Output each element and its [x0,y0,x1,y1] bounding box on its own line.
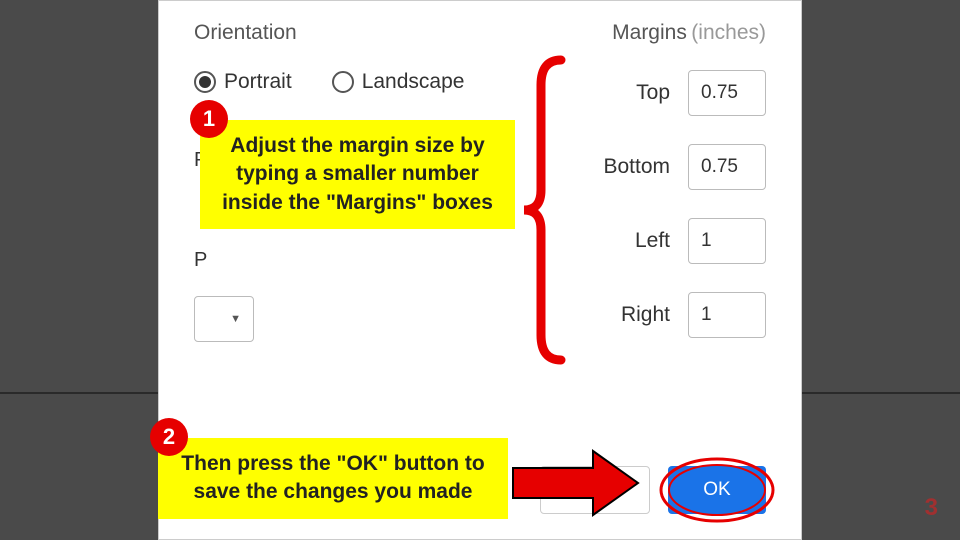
landscape-radio[interactable]: Landscape [332,70,465,94]
callout-2: Then press the "OK" button to save the c… [158,438,508,519]
margin-input-right[interactable] [688,292,766,338]
hidden-field-letter-2: P [194,249,207,272]
margin-input-bottom[interactable] [688,144,766,190]
margin-row-top: Top [603,70,766,116]
partial-dropdown[interactable] [194,296,254,342]
margin-label-top: Top [636,81,670,105]
margin-row-bottom: Bottom [603,144,766,190]
margin-input-top[interactable] [688,70,766,116]
landscape-label: Landscape [362,70,465,94]
margin-input-left[interactable] [688,218,766,264]
orientation-section: Orientation Portrait Landscape [194,21,464,94]
margins-unit: (inches) [691,21,766,44]
margin-row-right: Right [603,292,766,338]
margin-label-bottom: Bottom [603,155,670,179]
page-number: 3 [925,494,938,522]
portrait-label: Portrait [224,70,292,94]
margins-header: Margins (inches) [603,21,766,45]
badge-2: 2 [150,418,188,456]
callout-1: Adjust the margin size by typing a small… [200,120,515,229]
margin-label-right: Right [621,303,670,327]
orientation-title: Orientation [194,21,464,45]
orientation-radio-group: Portrait Landscape [194,70,464,94]
arrow-icon [508,448,643,518]
radio-unselected-icon [332,71,354,93]
radio-selected-icon [194,71,216,93]
margin-row-left: Left [603,218,766,264]
bg-divider-right [802,392,960,394]
portrait-radio[interactable]: Portrait [194,70,292,94]
margins-section: Margins (inches) Top Bottom Left Right [603,21,766,366]
bg-divider-left [0,392,158,394]
margins-title: Margins [612,21,687,44]
ok-highlight-ellipse [656,454,778,526]
bracket-icon [516,55,566,365]
margin-label-left: Left [635,229,670,253]
badge-1: 1 [190,100,228,138]
margin-rows: Top Bottom Left Right [603,70,766,338]
